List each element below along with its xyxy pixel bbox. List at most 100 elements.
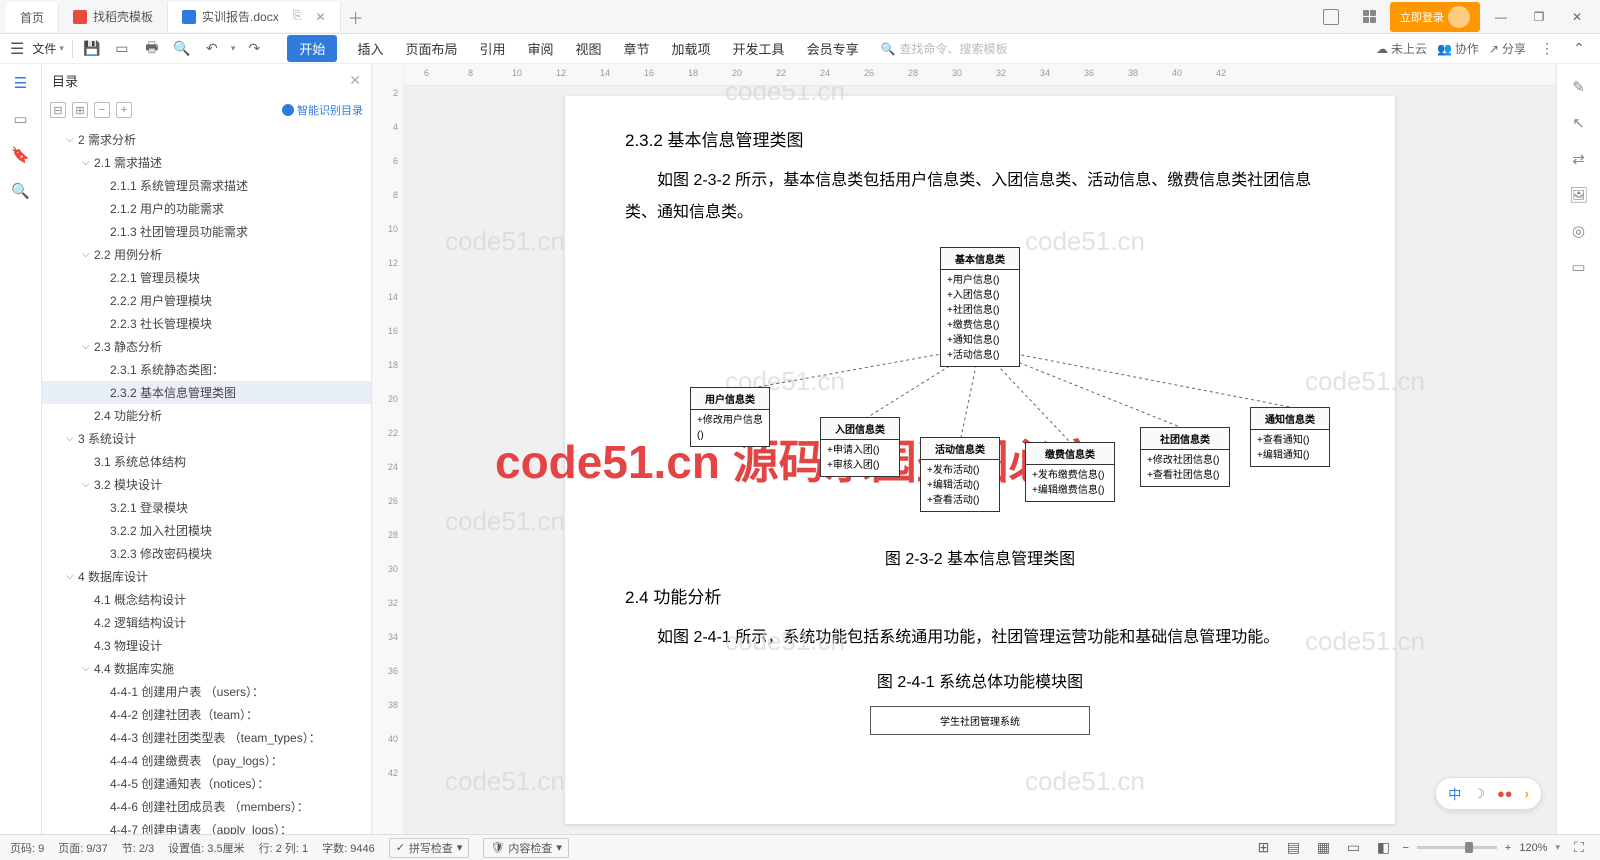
toc-item[interactable]: ⌵2.1 需求描述 [42, 151, 371, 174]
edit-tool-icon[interactable]: ✎ [1568, 76, 1590, 98]
toc-item[interactable]: 2.2.1 管理员模块 [42, 266, 371, 289]
next-icon[interactable]: › [1525, 786, 1529, 801]
close-button[interactable]: ✕ [1560, 3, 1594, 31]
reader-icon[interactable]: ▭ [1568, 256, 1590, 278]
lang-indicator[interactable]: 中 [1448, 784, 1461, 803]
view-mode-2[interactable]: ▤ [1282, 837, 1304, 859]
toc-item[interactable]: 3.2.3 修改密码模块 [42, 542, 371, 565]
toc-item[interactable]: 4-4-1 创建用户表 （users）： [42, 680, 371, 703]
redo-icon[interactable]: ↷ [243, 38, 265, 60]
search-panel-icon[interactable]: 🔍 [10, 180, 32, 202]
status-words[interactable]: 字数: 9446 [322, 840, 375, 856]
tab-restore-icon[interactable]: ⎘ [293, 10, 302, 23]
toc-item[interactable]: 2.2.3 社长管理模块 [42, 312, 371, 335]
status-section[interactable]: 节: 2/3 [122, 840, 154, 856]
toc-item[interactable]: 2.1.3 社团管理员功能需求 [42, 220, 371, 243]
view-mode-4[interactable]: ▭ [1342, 837, 1364, 859]
toc-item[interactable]: 4.2 逻辑结构设计 [42, 611, 371, 634]
toc-item[interactable]: 2.1.1 系统管理员需求描述 [42, 174, 371, 197]
tab-template[interactable]: 找稻壳模板 [59, 2, 168, 32]
login-button[interactable]: 立即登录 [1390, 2, 1480, 32]
toc-item[interactable]: 4-4-6 创建社团成员表 （members）： [42, 795, 371, 818]
toc-item[interactable]: 3.1 系统总体结构 [42, 450, 371, 473]
toc-item[interactable]: 4.3 物理设计 [42, 634, 371, 657]
view-mode-3[interactable]: ▦ [1312, 837, 1334, 859]
menu-开始[interactable]: 开始 [287, 35, 337, 62]
toc-item[interactable]: ⌵3 系统设计 [42, 427, 371, 450]
toc-item[interactable]: 4-4-4 创建缴费表 （pay_logs）： [42, 749, 371, 772]
menu-插入[interactable]: 插入 [355, 35, 385, 62]
recording-icon[interactable]: ●● [1497, 786, 1513, 801]
maximize-button[interactable]: ❐ [1522, 3, 1556, 31]
spellcheck-toggle[interactable]: ✓ 拼写检查 ▾ [389, 838, 470, 858]
floating-toolbar[interactable]: 中 ☽ ●● › [1435, 777, 1542, 810]
toc-close-icon[interactable]: ✕ [349, 72, 361, 89]
zoom-slider[interactable] [1417, 846, 1497, 849]
collab-button[interactable]: 👥 协作 [1437, 40, 1479, 57]
toc-item[interactable]: 2.3.2 基本信息管理类图 [42, 381, 371, 404]
layout-icon[interactable] [1314, 3, 1348, 31]
toc-item[interactable]: 4.1 概念结构设计 [42, 588, 371, 611]
toc-item[interactable]: 2.4 功能分析 [42, 404, 371, 427]
cloud-status[interactable]: ☁ 未上云 [1376, 40, 1427, 57]
document-viewport[interactable]: code51.cn code51.cn code51.cn code51.cn … [404, 86, 1556, 834]
export-icon[interactable]: ▭ [111, 38, 133, 60]
more-icon[interactable]: ⋮ [1536, 38, 1558, 60]
zoom-value[interactable]: 120% [1519, 842, 1547, 854]
toc-item[interactable]: ⌵2.3 静态分析 [42, 335, 371, 358]
toc-item[interactable]: 2.3.1 系统静态类图： [42, 358, 371, 381]
image-tool-icon[interactable]: 🖼 [1568, 184, 1590, 206]
menu-会员专享[interactable]: 会员专享 [805, 35, 861, 62]
share-button[interactable]: ↗ 分享 [1489, 40, 1526, 57]
preview-icon[interactable]: 🔍 [171, 38, 193, 60]
toc-collapse-all[interactable]: ⊞ [72, 102, 88, 118]
menu-视图[interactable]: 视图 [574, 35, 604, 62]
toc-minus[interactable]: − [94, 102, 110, 118]
zoom-in[interactable]: + [1505, 842, 1511, 854]
view-mode-5[interactable]: ◧ [1372, 837, 1394, 859]
night-mode-icon[interactable]: ☽ [1473, 786, 1485, 802]
toc-item[interactable]: ⌵4 数据库设计 [42, 565, 371, 588]
toc-tab-icon[interactable]: ☰ [10, 72, 32, 94]
toc-item[interactable]: 4-4-7 创建申请表 （apply_logs）： [42, 818, 371, 834]
toc-item[interactable]: ⌵2 需求分析 [42, 128, 371, 151]
menu-开发工具[interactable]: 开发工具 [731, 35, 787, 62]
status-page-no[interactable]: 页码: 9 [10, 840, 44, 856]
content-check-toggle[interactable]: 🛡 内容检查 ▾ [483, 838, 569, 858]
menu-引用[interactable]: 引用 [477, 35, 507, 62]
zoom-out[interactable]: − [1402, 842, 1408, 854]
fullscreen-icon[interactable]: ⛶ [1568, 837, 1590, 859]
settings-icon[interactable]: ⇄ [1568, 148, 1590, 170]
view-mode-1[interactable]: ⊞ [1252, 837, 1274, 859]
bookmark-icon[interactable]: 🔖 [10, 144, 32, 166]
smart-toc-button[interactable]: 智能识别目录 [282, 102, 363, 118]
undo-icon[interactable]: ↶ [201, 38, 223, 60]
tab-close-icon[interactable]: ✕ [316, 10, 326, 24]
toc-item[interactable]: ⌵4.4 数据库实施 [42, 657, 371, 680]
toc-item[interactable]: ⌵3.2 模块设计 [42, 473, 371, 496]
menu-审阅[interactable]: 审阅 [525, 35, 555, 62]
status-page[interactable]: 页面: 9/37 [58, 840, 108, 856]
expand-icon[interactable]: ⌃ [1568, 38, 1590, 60]
menu-章节[interactable]: 章节 [622, 35, 652, 62]
sections-icon[interactable]: ▭ [10, 108, 32, 130]
command-search[interactable]: 🔍 查找命令、搜索模板 [881, 40, 1008, 57]
menu-加载项[interactable]: 加载项 [670, 35, 713, 62]
select-tool-icon[interactable]: ↖ [1568, 112, 1590, 134]
toc-plus[interactable]: + [116, 102, 132, 118]
file-menu[interactable]: 文件▾ [32, 40, 64, 57]
tab-document[interactable]: 实训报告.docx⎘✕ [168, 2, 341, 32]
toc-item[interactable]: 4-4-5 创建通知表（notices）： [42, 772, 371, 795]
toc-item[interactable]: 4-4-2 创建社团表（team）： [42, 703, 371, 726]
toc-item[interactable]: 4-4-3 创建社团类型表 （team_types）： [42, 726, 371, 749]
toc-item[interactable]: 3.2.1 登录模块 [42, 496, 371, 519]
target-icon[interactable]: ◎ [1568, 220, 1590, 242]
menu-页面布局[interactable]: 页面布局 [403, 35, 459, 62]
minimize-button[interactable]: — [1484, 3, 1518, 31]
new-tab-button[interactable]: ＋ [341, 5, 371, 29]
hamburger-icon[interactable]: ☰ [10, 39, 24, 59]
save-icon[interactable]: 💾 [81, 38, 103, 60]
grid-icon[interactable] [1352, 3, 1386, 31]
toc-item[interactable]: ⌵2.2 用例分析 [42, 243, 371, 266]
toc-item[interactable]: 2.1.2 用户的功能需求 [42, 197, 371, 220]
